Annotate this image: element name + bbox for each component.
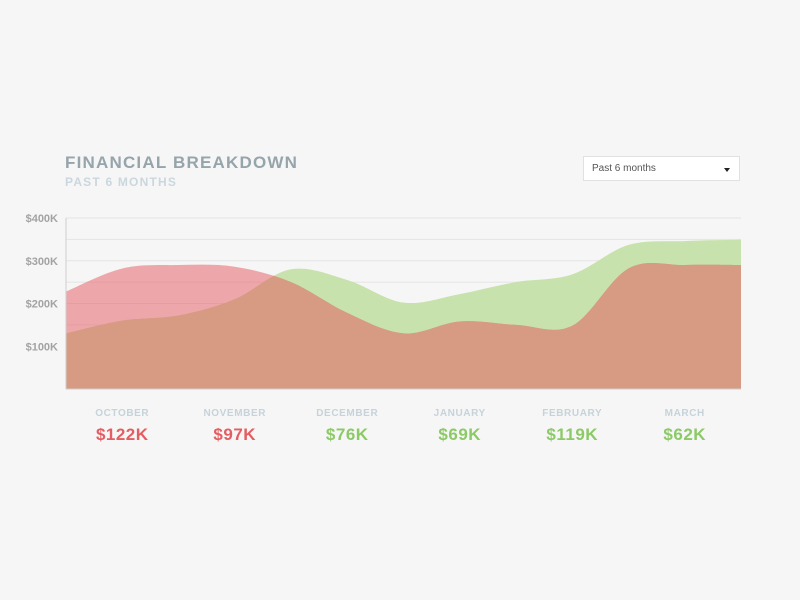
- month-label: JANUARY: [433, 408, 486, 419]
- y-axis-ticks: $400K $300K $200K $100K: [26, 213, 58, 353]
- y-tick-label: $200K: [26, 299, 58, 311]
- chart-areas: [66, 239, 741, 389]
- y-tick-label: $400K: [26, 213, 58, 225]
- month-value: $69K: [438, 425, 482, 444]
- month-value: $62K: [663, 425, 707, 444]
- month-column: OCTOBER $122K: [66, 408, 179, 445]
- area-chart: $400K $300K $200K $100K: [26, 213, 741, 390]
- month-value: $119K: [546, 425, 599, 444]
- month-label: NOVEMBER: [203, 408, 267, 419]
- month-value: $122K: [95, 425, 149, 444]
- month-column: MARCH $62K: [629, 408, 742, 445]
- month-label: MARCH: [664, 408, 705, 419]
- month-column: JANUARY $69K: [404, 408, 517, 445]
- y-tick-label: $100K: [26, 341, 58, 353]
- month-summary: OCTOBER $122K NOVEMBER $97K DECEMBER $76K JANU…: [66, 408, 741, 445]
- month-column: NOVEMBER $97K: [179, 408, 292, 445]
- month-column: DECEMBER $76K: [291, 408, 404, 445]
- month-value: $76K: [325, 425, 369, 444]
- month-label: OCTOBER: [95, 408, 150, 419]
- y-tick-label: $300K: [26, 256, 58, 268]
- month-column: FEBRUARY $119K: [516, 408, 629, 445]
- month-value: $97K: [213, 425, 257, 444]
- month-label: FEBRUARY: [542, 408, 603, 419]
- month-label: DECEMBER: [316, 408, 379, 419]
